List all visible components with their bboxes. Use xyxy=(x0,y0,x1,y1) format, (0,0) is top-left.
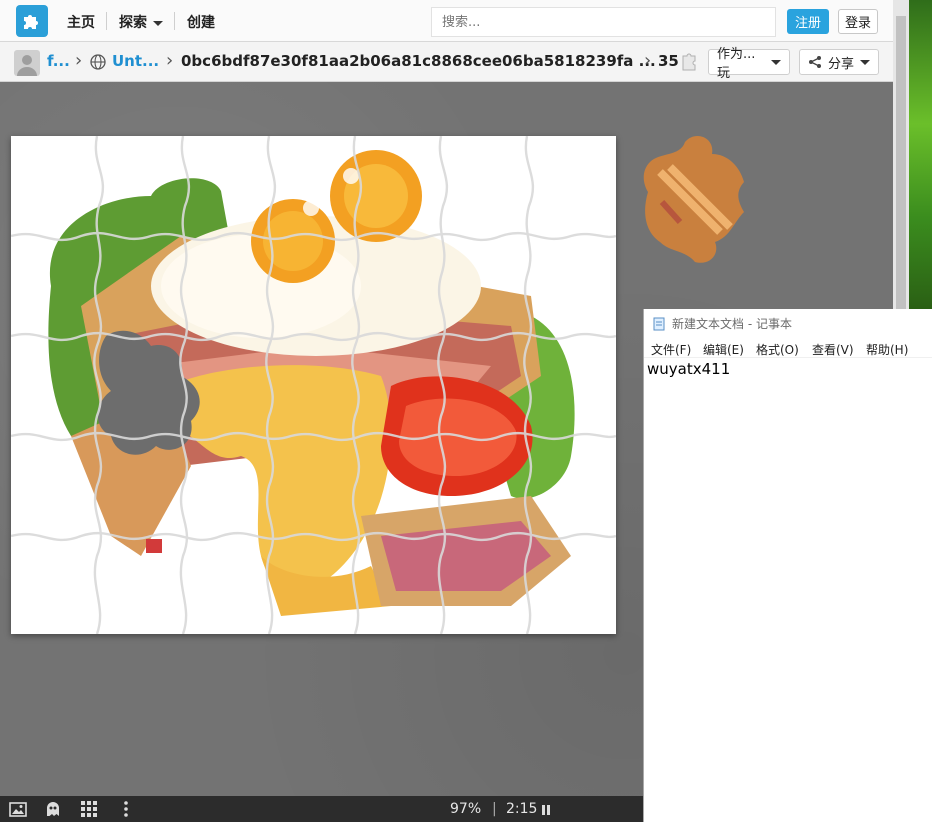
globe-icon xyxy=(90,54,106,70)
play-as-label: 作为...玩 xyxy=(717,47,756,81)
top-nav: 主页 探索 创建 注册 登录 xyxy=(0,0,893,42)
menu-help[interactable]: 帮助(H) xyxy=(866,341,908,358)
menu-view[interactable]: 查看(V) xyxy=(812,341,854,358)
user-icon xyxy=(17,55,37,76)
timer: 2:15 xyxy=(506,801,538,817)
share-dropdown[interactable]: 分享 xyxy=(799,49,879,75)
menu-format[interactable]: 格式(O) xyxy=(756,341,799,358)
puzzle-piece-icon xyxy=(682,53,696,71)
nav-home[interactable]: 主页 xyxy=(67,12,95,32)
share-icon xyxy=(809,56,821,68)
scrollbar-thumb[interactable] xyxy=(896,16,906,316)
chevron-down-icon xyxy=(153,20,163,26)
loose-puzzle-piece[interactable] xyxy=(640,132,746,266)
nav-create[interactable]: 创建 xyxy=(187,12,215,32)
notepad-icon xyxy=(653,317,665,330)
breadcrumb-user[interactable]: f... xyxy=(47,52,70,70)
sandwich-puzzle-image xyxy=(11,136,616,634)
nav-explore[interactable]: 探索 xyxy=(119,12,163,32)
site-logo[interactable] xyxy=(16,5,48,37)
menu-file[interactable]: 文件(F) xyxy=(651,341,691,358)
play-as-dropdown[interactable]: 作为...玩 xyxy=(708,47,790,81)
notepad-window[interactable]: 新建文本文档 - 记事本 文件(F) 编辑(E) 格式(O) 查看(V) 帮助(… xyxy=(643,309,932,822)
pause-icon[interactable] xyxy=(540,804,552,816)
grid-icon[interactable] xyxy=(80,800,98,818)
puzzle-piece-icon xyxy=(24,15,38,29)
status-divider: | xyxy=(492,801,497,817)
breadcrumb: f... › Unt... › 0bc6bdf87e30f81aa2b06a81… xyxy=(0,42,893,82)
nav-divider xyxy=(106,12,107,30)
puzzle-board[interactable] xyxy=(11,136,616,634)
search-input[interactable] xyxy=(431,7,776,37)
share-label: 分享 xyxy=(828,56,855,72)
bottom-toolbar: 97% | 2:15 xyxy=(0,796,643,822)
notepad-text-area[interactable]: wuyatx411 xyxy=(647,360,730,378)
image-icon[interactable] xyxy=(9,800,27,818)
breadcrumb-album[interactable]: Unt... xyxy=(112,52,159,70)
more-vertical-icon[interactable] xyxy=(117,800,135,818)
menu-edit[interactable]: 编辑(E) xyxy=(703,341,744,358)
notepad-titlebar[interactable]: 新建文本文档 - 记事本 xyxy=(652,315,792,332)
chevron-down-icon xyxy=(771,59,781,65)
chevron-right-icon: › xyxy=(75,50,83,71)
avatar[interactable] xyxy=(14,50,40,76)
chevron-down-icon xyxy=(860,59,870,65)
piece-count: 35 xyxy=(658,52,679,70)
chevron-right-icon: › xyxy=(644,50,652,71)
notepad-title: 新建文本文档 - 记事本 xyxy=(672,317,792,331)
register-button[interactable]: 注册 xyxy=(787,9,829,34)
menu-divider xyxy=(644,357,932,358)
background-window-edge xyxy=(909,0,932,310)
chevron-right-icon: › xyxy=(166,50,174,71)
nav-explore-label: 探索 xyxy=(119,15,147,31)
login-button[interactable]: 登录 xyxy=(838,9,878,34)
breadcrumb-puzzle-id: 0bc6bdf87e30f81aa2b06a81c8868cee06ba5818… xyxy=(181,52,656,70)
progress-percent: 97% xyxy=(450,801,482,817)
ghost-image-icon[interactable] xyxy=(44,800,62,818)
nav-divider xyxy=(174,12,175,30)
